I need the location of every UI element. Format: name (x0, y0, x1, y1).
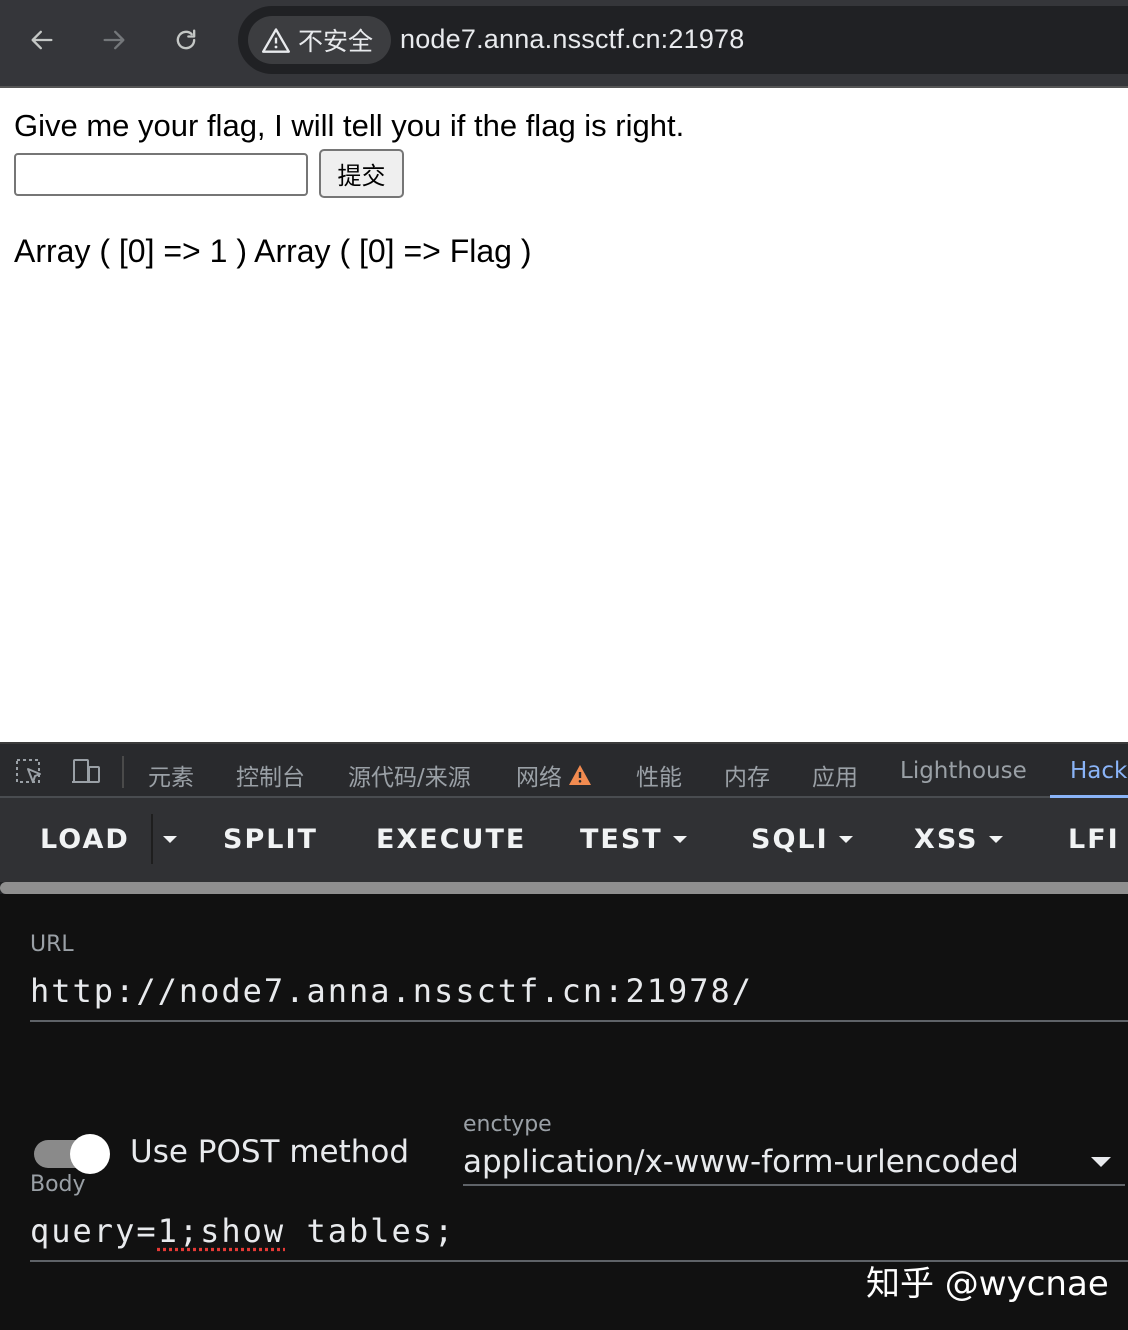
browser-toolbar: 不安全 node7.anna.nssctf.cn:21978 (0, 0, 1128, 88)
warning-icon (569, 765, 591, 785)
caret-down-icon (838, 836, 853, 843)
page-content: Give me your flag, I will tell you if th… (0, 90, 1128, 742)
post-toggle-label: Use POST method (130, 1134, 410, 1170)
enctype-select[interactable]: application/x-www-form-urlencoded (463, 1144, 1019, 1180)
devtools-tabbar: 元素 控制台 源代码/来源 网络 性能 内存 应用 Lighthouse Hac… (0, 742, 1128, 798)
xss-label: XSS (914, 824, 979, 855)
tab-network[interactable]: 网络 (516, 758, 592, 792)
reload-button[interactable] (166, 20, 206, 60)
back-button[interactable] (22, 20, 62, 60)
tab-sources[interactable]: 源代码/来源 (348, 758, 471, 792)
sqli-menu-button[interactable]: SQLI (751, 824, 853, 855)
split-label: SPLIT (223, 824, 318, 855)
load-label: LOAD (40, 824, 130, 855)
tab-hackbar[interactable]: Hack (1070, 758, 1127, 784)
tab-console[interactable]: 控制台 (236, 758, 305, 792)
inspect-element-icon[interactable] (14, 757, 46, 787)
security-label: 不安全 (298, 28, 374, 56)
toolbar-divider (151, 814, 153, 864)
devtools-panel: 元素 控制台 源代码/来源 网络 性能 内存 应用 Lighthouse Hac… (0, 742, 1128, 1330)
security-chip[interactable]: 不安全 (248, 16, 392, 64)
hackbar-toolbar: LOAD SPLIT EXECUTE TEST SQLI XSS LFI (0, 798, 1128, 882)
flag-input[interactable] (14, 153, 308, 196)
lfi-label: LFI (1068, 824, 1120, 855)
split-button[interactable]: SPLIT (223, 824, 318, 855)
xss-menu-button[interactable]: XSS (914, 824, 1003, 855)
caret-down-icon (672, 836, 687, 843)
caret-down-icon (988, 836, 1003, 843)
sqli-label: SQLI (751, 824, 829, 855)
tab-memory[interactable]: 内存 (724, 758, 770, 792)
arrow-left-icon (31, 30, 53, 50)
lfi-menu-button[interactable]: LFI (1068, 824, 1128, 855)
watermark: 知乎 @wycnae (866, 1264, 1109, 1304)
post-toggle-knob[interactable] (70, 1134, 110, 1174)
forward-button[interactable] (94, 20, 134, 60)
horizontal-scrollbar[interactable] (0, 882, 1128, 894)
tab-application[interactable]: 应用 (812, 758, 858, 792)
load-button[interactable]: LOAD (40, 824, 130, 855)
body-field[interactable]: query=1;show tables; (30, 1212, 455, 1250)
arrow-right-icon (103, 30, 125, 50)
execute-label: EXECUTE (376, 824, 527, 855)
tab-lighthouse[interactable]: Lighthouse (900, 758, 1027, 784)
body-label: Body (30, 1172, 86, 1197)
body-suffix: tables; (285, 1212, 456, 1250)
prompt-text: Give me your flag, I will tell you if th… (14, 108, 685, 143)
url-text[interactable]: node7.anna.nssctf.cn:21978 (400, 24, 744, 55)
tab-network-label: 网络 (516, 765, 562, 791)
caret-down-icon[interactable] (1091, 1157, 1111, 1167)
tab-elements[interactable]: 元素 (148, 758, 194, 792)
url-field-underline (30, 1020, 1128, 1022)
test-menu-button[interactable]: TEST (580, 824, 687, 855)
load-dropdown-button[interactable] (163, 836, 177, 843)
url-field[interactable]: http://node7.anna.nssctf.cn:21978/ (30, 972, 753, 1010)
address-bar[interactable]: 不安全 node7.anna.nssctf.cn:21978 (238, 6, 1128, 74)
enctype-label: enctype (463, 1112, 552, 1137)
caret-down-icon (163, 836, 177, 843)
device-toolbar-icon[interactable] (70, 757, 102, 787)
enctype-underline (463, 1184, 1125, 1186)
tab-performance[interactable]: 性能 (636, 758, 682, 792)
toolbar-divider (122, 756, 124, 788)
result-text: Array ( [0] => 1 ) Array ( [0] => Flag ) (14, 233, 532, 269)
url-label: URL (30, 932, 74, 957)
submit-button[interactable]: 提交 (319, 149, 404, 198)
spellcheck-flagged-text: 1;show (157, 1212, 286, 1250)
reload-icon (176, 29, 196, 50)
warning-icon (262, 28, 290, 53)
body-prefix: query= (30, 1212, 158, 1250)
test-label: TEST (580, 824, 663, 855)
execute-button[interactable]: EXECUTE (376, 824, 526, 855)
